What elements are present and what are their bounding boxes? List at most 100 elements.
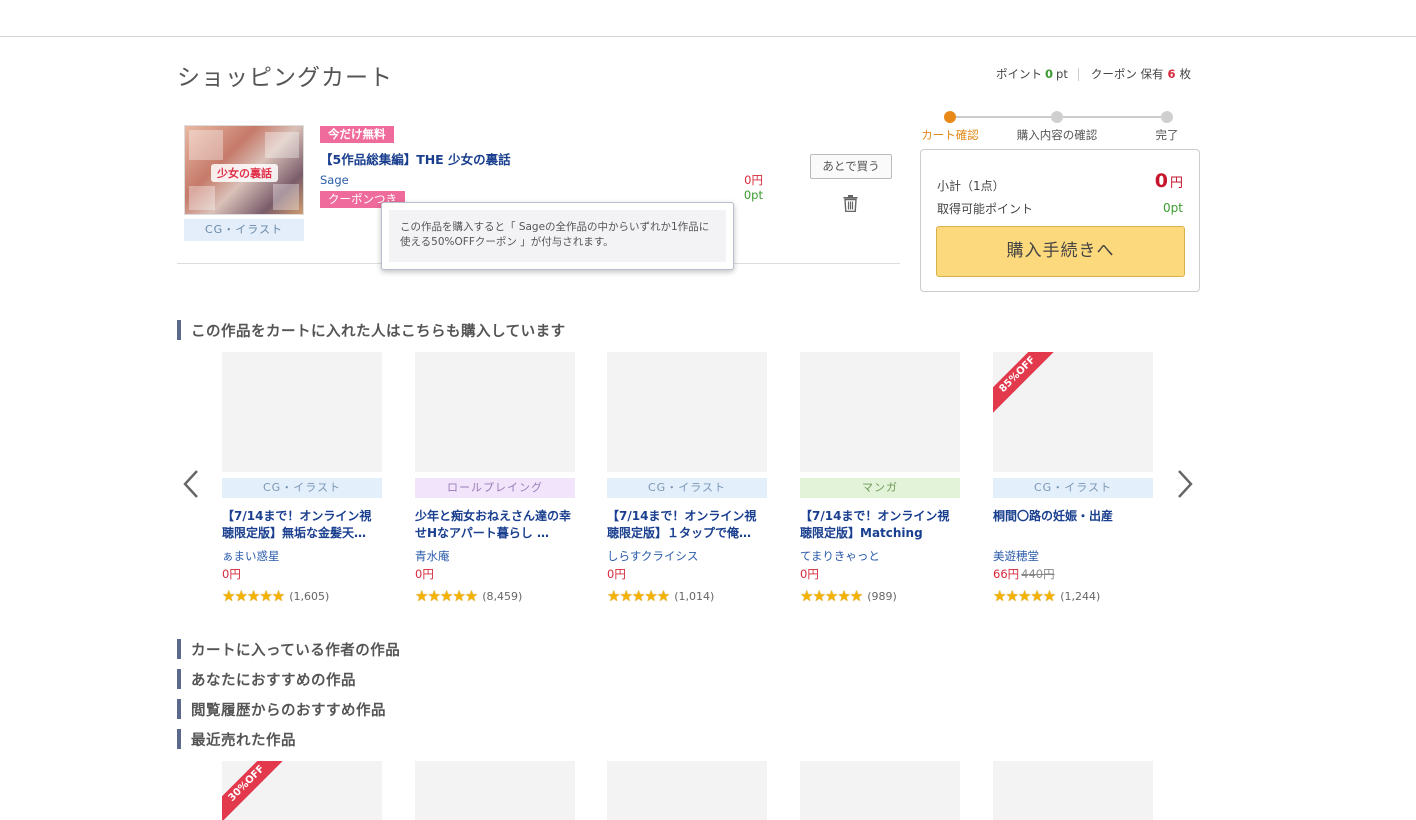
product-title-link[interactable]: 少年と痴女おねえさん達の幸せHなアパート暮らし … <box>415 508 575 542</box>
chevron-left-icon[interactable] <box>181 468 201 500</box>
section-recent-sales[interactable]: 最近売れた作品 <box>177 729 296 750</box>
product-thumbnail[interactable] <box>415 352 575 472</box>
product-price: 0円 <box>607 566 767 582</box>
star-icon: ★★★★★ <box>607 587 670 605</box>
product-thumbnail[interactable] <box>800 352 960 472</box>
star-icon: ★★★★★ <box>800 587 863 605</box>
product-thumbnail[interactable]: 85%OFF <box>993 352 1153 472</box>
earnable-points-value: 0pt <box>1163 201 1183 215</box>
product-title-link[interactable]: 【7/14まで！オンライン視聴限定版】１タップで俺… <box>607 508 767 542</box>
product-genre: マンガ <box>800 478 960 498</box>
price-current: 0円 <box>607 567 626 581</box>
product-card[interactable]: CG・イラスト 【7/14まで！オンライン視聴限定版】１タップで俺… しらすクラ… <box>607 352 767 605</box>
coupon-count[interactable]: 6 <box>1167 67 1175 81</box>
step-label: 完了 <box>1155 128 1179 142</box>
section-author-works[interactable]: カートに入っている作者の作品 <box>177 639 400 660</box>
review-count: (989) <box>867 589 897 603</box>
product-title-link[interactable]: 桐間〇路の妊娠・出産 <box>993 508 1153 542</box>
step-dot <box>944 111 956 123</box>
section-history[interactable]: 閲覧履歴からのおすすめ作品 <box>177 699 386 720</box>
product-price: 0円 <box>800 566 960 582</box>
step-cart-confirm: カート確認 <box>920 108 980 143</box>
step-dot <box>1161 111 1173 123</box>
account-info: ポイント 0 pt クーポン 保有 6 枚 <box>996 66 1191 82</box>
product-card[interactable]: 85%OFF CG・イラスト 桐間〇路の妊娠・出産 美遊穂堂 66円 440円 ★… <box>993 352 1153 605</box>
product-card[interactable]: マンガ 【7/14まで！オンライン視聴限定版】Matching てまりきゃっと … <box>800 352 960 605</box>
star-icon: ★★★★★ <box>415 587 478 605</box>
trash-icon[interactable] <box>843 195 858 212</box>
review-count: (1,014) <box>674 589 715 603</box>
coupon-label[interactable]: クーポン 保有 <box>1091 66 1164 82</box>
product-card[interactable]: CG・イラスト 【7/14まで！オンライン視聴限定版】無垢な金髪天… ぁまい惑星… <box>222 352 382 605</box>
coupon-unit: 枚 <box>1179 67 1192 81</box>
cart-item-circle-link[interactable]: Sage <box>320 173 349 187</box>
product-circle-link[interactable]: しらすクライシス <box>607 548 767 564</box>
review-count: (1,605) <box>289 589 330 603</box>
buy-later-button[interactable]: あとで買う <box>810 154 892 179</box>
price-current: 0円 <box>222 567 241 581</box>
coupon-tooltip-text: この作品を購入すると「 Sageの全作品の中からいずれか1作品に使える50%OF… <box>389 210 726 262</box>
product-card[interactable]: ロールプレイング 少年と痴女おねえさん達の幸せHなアパート暮らし … 青水庵 0… <box>415 352 575 605</box>
star-icon: ★★★★★ <box>222 587 285 605</box>
product-thumbnail[interactable] <box>415 761 575 820</box>
step-complete: 完了 <box>1147 108 1187 143</box>
step-dot <box>1051 111 1063 123</box>
product-price: 0円 <box>415 566 575 582</box>
product-thumbnail[interactable] <box>800 761 960 820</box>
section-recommended[interactable]: あなたにおすすめの作品 <box>177 669 356 690</box>
proceed-to-checkout-button[interactable]: 購入手続きへ <box>936 226 1185 277</box>
cart-item-price: 0円 <box>744 173 763 187</box>
cart-item-title-link[interactable]: 【5作品総集編】THE 少女の裏話 <box>320 149 511 168</box>
points-value: 0 <box>1045 67 1054 81</box>
step-label: カート確認 <box>921 128 979 142</box>
product-rating: ★★★★★ (1,014) <box>607 587 767 605</box>
subtotal-unit: 円 <box>1169 176 1183 191</box>
page-title: ショッピングカート <box>177 65 393 91</box>
subtotal-price: 0円 <box>1155 170 1183 192</box>
star-icon: ★★★★★ <box>993 587 1056 605</box>
product-price: 0円 <box>222 566 382 582</box>
cart-item-points: 0pt <box>743 188 763 202</box>
product-thumbnail[interactable] <box>222 352 382 472</box>
product-rating: ★★★★★ (1,605) <box>222 587 382 605</box>
price-current: 0円 <box>415 567 434 581</box>
product-circle-link[interactable]: 美遊穂堂 <box>993 548 1153 564</box>
product-rating: ★★★★★ (8,459) <box>415 587 575 605</box>
free-now-badge: 今だけ無料 <box>320 126 394 143</box>
product-circle-link[interactable]: ぁまい惑星 <box>222 548 382 564</box>
review-count: (8,459) <box>482 589 523 603</box>
product-genre: CG・イラスト <box>222 478 382 498</box>
product-title-link[interactable]: 【7/14まで！オンライン視聴限定版】Matching <box>800 508 960 542</box>
divider <box>1077 67 1079 81</box>
cart-item-genre: CG・イラスト <box>184 219 304 241</box>
step-label: 購入内容の確認 <box>1016 128 1098 142</box>
product-genre: CG・イラスト <box>607 478 767 498</box>
top-header-bar <box>0 0 1416 37</box>
product-thumbnail[interactable] <box>607 761 767 820</box>
subtotal-label: 小計（1点） <box>937 179 1005 193</box>
cart-item-thumbnail[interactable]: 少女の裏話 <box>184 125 304 215</box>
price-current: 66円 <box>993 567 1020 581</box>
product-thumbnail[interactable] <box>607 352 767 472</box>
product-title-link[interactable]: 【7/14まで！オンライン視聴限定版】無垢な金髪天… <box>222 508 382 542</box>
price-original: 440円 <box>1021 567 1055 581</box>
discount-ribbon: 85%OFF <box>993 352 1057 414</box>
subtotal-value: 0 <box>1154 170 1168 192</box>
checkout-steps: カート確認 購入内容の確認 完了 <box>920 108 1200 148</box>
earnable-points-label: 取得可能ポイント <box>937 202 1034 216</box>
order-summary: 小計（1点） 0円 取得可能ポイント 0pt 購入手続きへ <box>920 149 1200 292</box>
points-unit: pt <box>1056 67 1068 81</box>
product-circle-link[interactable]: 青水庵 <box>415 548 575 564</box>
product-rating: ★★★★★ (1,244) <box>993 587 1153 605</box>
product-circle-link[interactable]: てまりきゃっと <box>800 548 960 564</box>
product-genre: ロールプレイング <box>415 478 575 498</box>
points-label: ポイント <box>996 67 1042 81</box>
chevron-right-icon[interactable] <box>1175 468 1195 500</box>
discount-ribbon: 30%OFF <box>222 761 286 820</box>
price-current: 0円 <box>800 567 819 581</box>
product-price: 66円 440円 <box>993 566 1153 582</box>
coupon-tooltip: この作品を購入すると「 Sageの全作品の中からいずれか1作品に使える50%OF… <box>381 202 734 270</box>
step-purchase-confirm: 購入内容の確認 <box>1014 108 1100 143</box>
product-thumbnail[interactable] <box>993 761 1153 820</box>
product-thumbnail[interactable]: 30%OFF <box>222 761 382 820</box>
